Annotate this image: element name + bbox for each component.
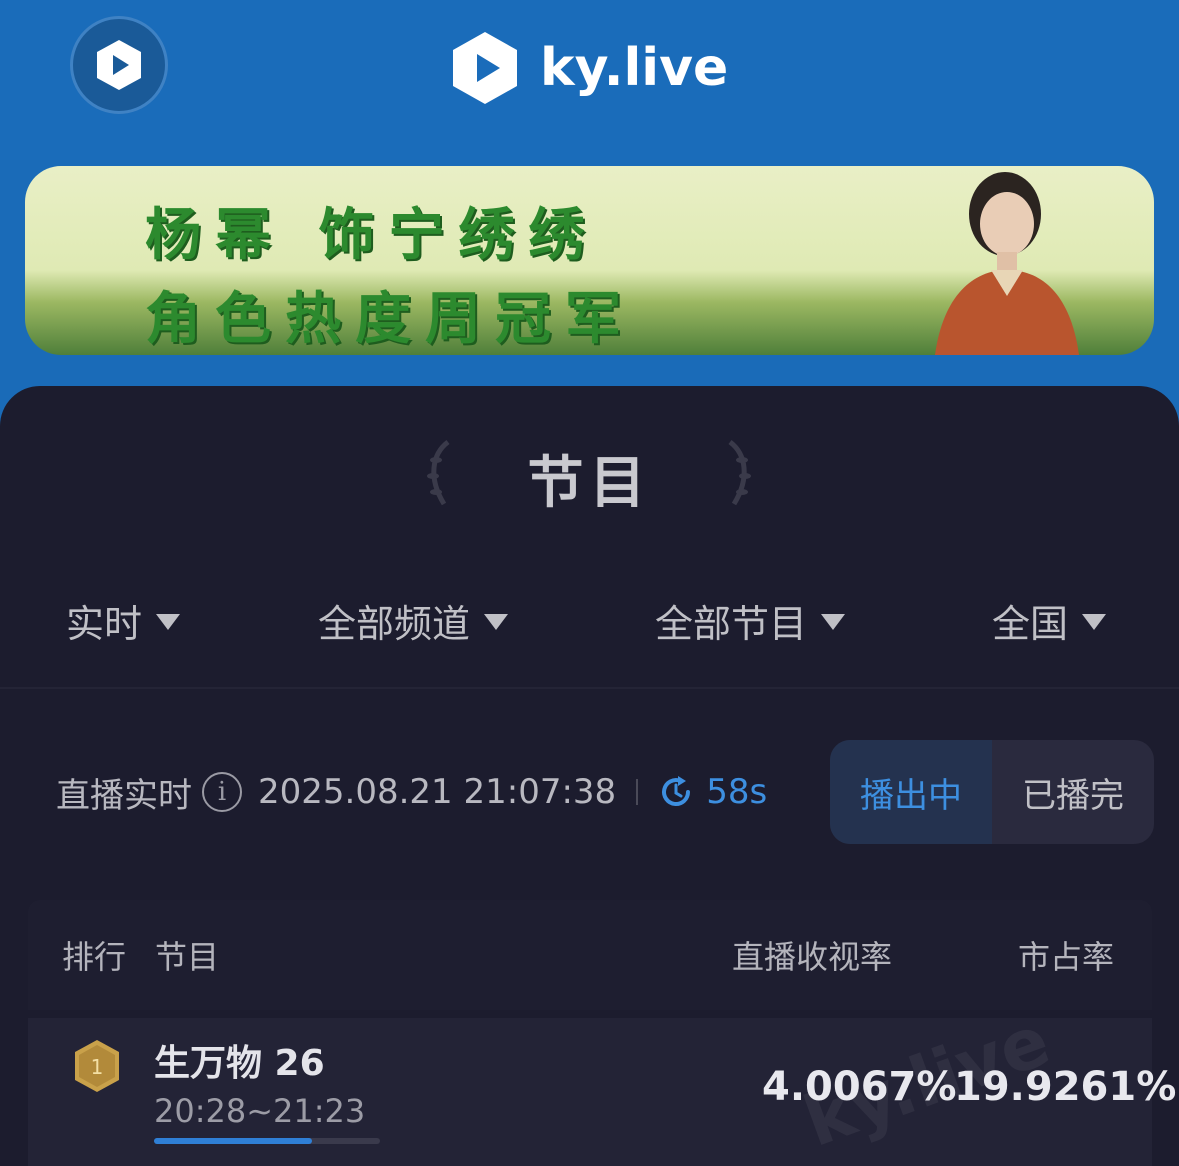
header-rank: 排行 [62, 938, 127, 976]
user-avatar[interactable] [70, 16, 168, 114]
filter-time[interactable]: 实时 [66, 590, 181, 650]
kylive-logo-icon [453, 32, 517, 104]
caret-down-icon [821, 614, 846, 630]
header-program: 节目 [155, 938, 220, 976]
rank-number: 1 [91, 1055, 104, 1079]
app-header: ky.live [0, 0, 1179, 160]
gold-medal-icon: 1 [75, 1040, 119, 1092]
caret-down-icon [1082, 614, 1107, 630]
filter-region[interactable]: 全国 [992, 590, 1107, 650]
banner-portrait-image [935, 172, 1079, 355]
info-icon[interactable]: i [202, 772, 242, 812]
kylive-logo-icon [97, 40, 141, 90]
live-timestamp: 2025.08.21 21:07:38 [258, 772, 617, 812]
brand-logo[interactable]: ky.live [450, 28, 728, 108]
filter-time-label: 实时 [66, 601, 143, 646]
program-time: 20:28~21:23 [154, 1092, 366, 1130]
toggle-finished[interactable]: 已播完 [992, 740, 1154, 844]
caret-down-icon [484, 614, 509, 630]
status-row: 直播实时 i 2025.08.21 21:07:38 58s [56, 760, 767, 824]
header-rating[interactable]: 直播收视率 [732, 932, 892, 978]
promo-banner[interactable]: 杨幂 饰宁绣绣 角色热度周冠军 [25, 166, 1154, 355]
banner-subheadline: 角色热度周冠军 [145, 287, 635, 352]
program-progress-fill [154, 1138, 313, 1144]
live-label: 直播实时 [56, 775, 192, 816]
filter-program-label: 全部节目 [655, 601, 808, 646]
program-name[interactable]: 生万物 26 [154, 1034, 325, 1086]
toggle-airing[interactable]: 播出中 [830, 740, 992, 844]
filter-channel[interactable]: 全部频道 [318, 590, 509, 650]
filter-region-label: 全国 [992, 601, 1069, 646]
laurel-right-icon [728, 440, 751, 506]
broadcast-toggle: 播出中 已播完 [830, 740, 1154, 844]
panel-title: 节目 [527, 451, 652, 516]
status-separator [636, 779, 639, 805]
filter-program[interactable]: 全部节目 [655, 590, 846, 650]
banner-headline: 杨幂 饰宁绣绣 [145, 203, 599, 268]
brand-name: ky.live [540, 38, 729, 98]
market-share-value: 19.9261% [954, 1064, 1177, 1110]
refresh-countdown: 58s [706, 772, 768, 812]
program-progress-bar [154, 1138, 380, 1144]
filter-bar: 实时 全部频道 全部节目 全国 [0, 590, 1179, 650]
caret-down-icon [156, 614, 181, 630]
filter-divider [0, 687, 1179, 689]
live-rating-value: 4.0067% [762, 1064, 957, 1110]
header-share[interactable]: 市占率 [1018, 932, 1114, 978]
filter-channel-label: 全部频道 [318, 601, 471, 646]
refresh-icon[interactable] [658, 774, 694, 810]
